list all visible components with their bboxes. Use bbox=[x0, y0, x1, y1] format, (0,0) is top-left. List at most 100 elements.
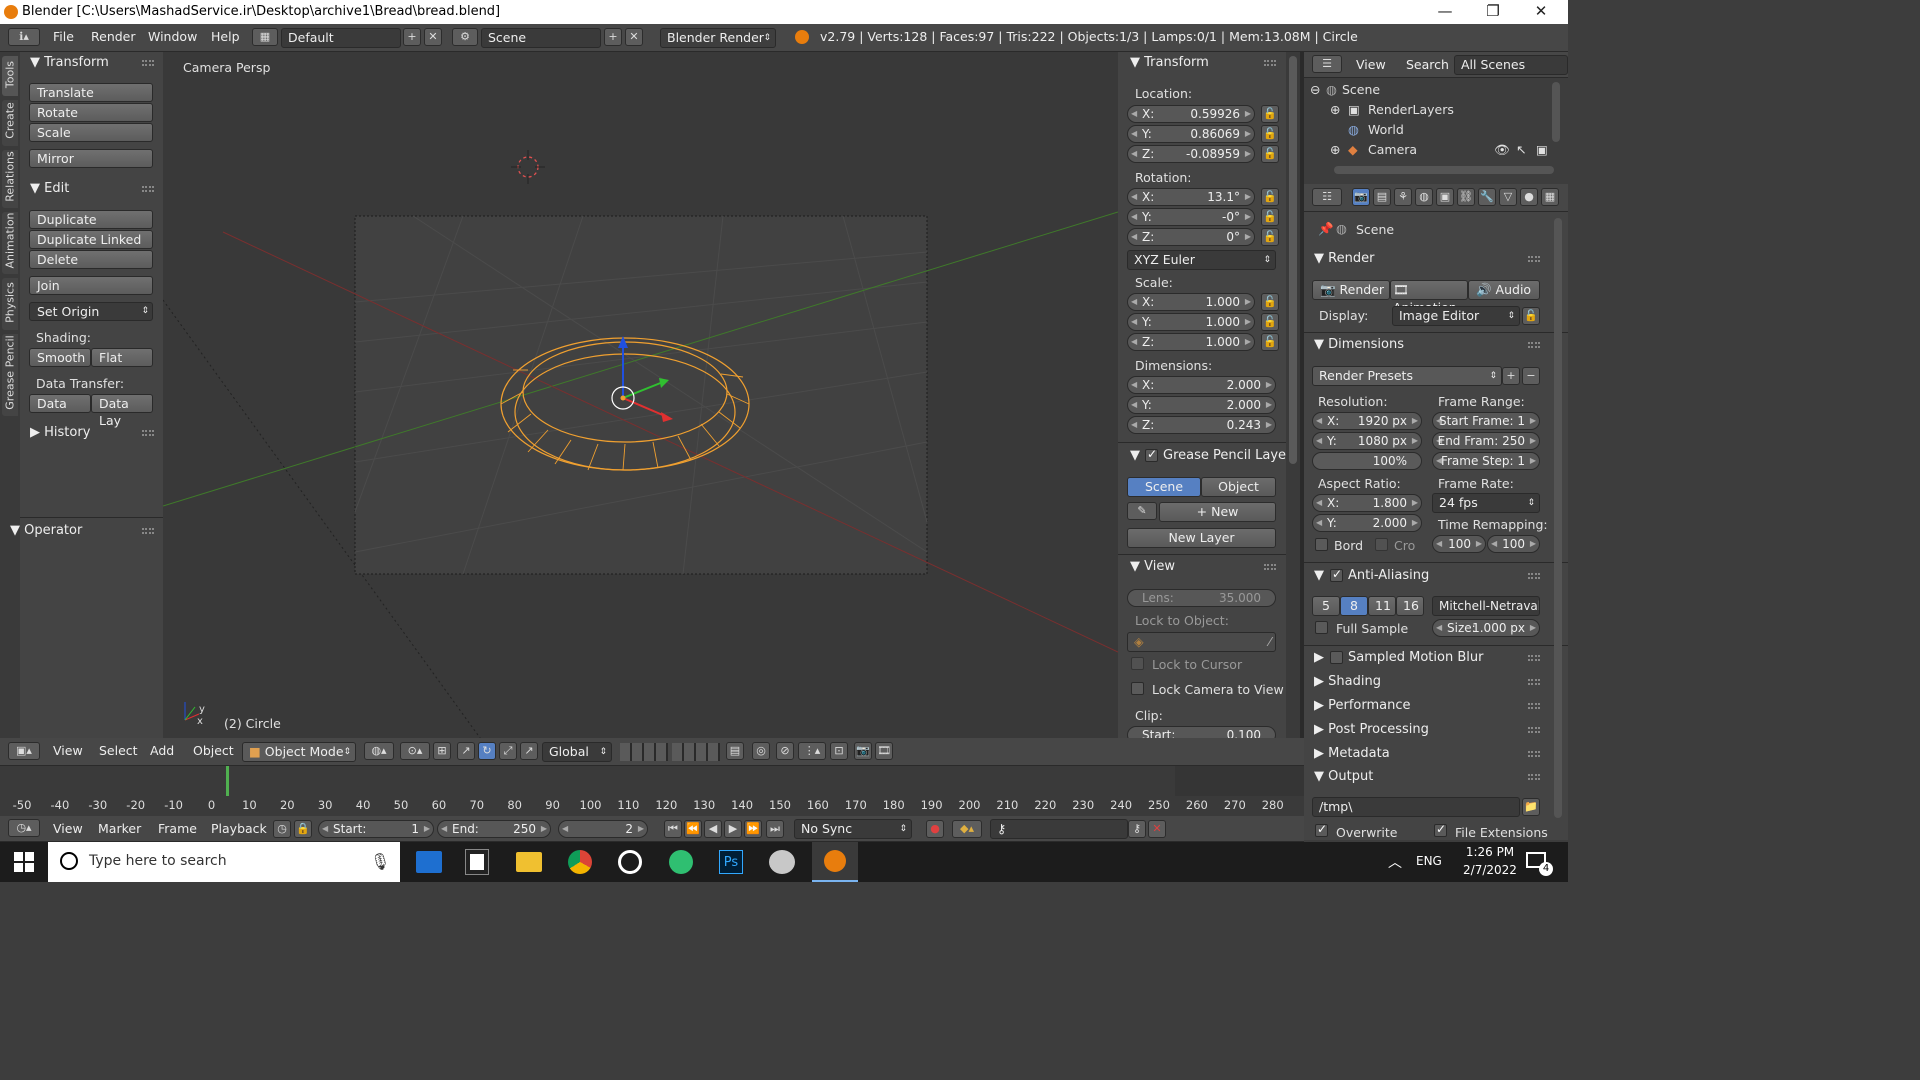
scale-button[interactable]: Scale bbox=[29, 123, 153, 142]
viewport-menu-add[interactable]: Add bbox=[150, 738, 174, 764]
increment-arrow-icon[interactable]: ▶ bbox=[1412, 495, 1418, 511]
translate-manipulator-icon[interactable]: ↗ bbox=[457, 742, 475, 760]
lock-icon[interactable]: 🔓 bbox=[1261, 208, 1279, 226]
increment-arrow-icon[interactable]: ▶ bbox=[1245, 209, 1251, 225]
resolution-percent-field[interactable]: 100% bbox=[1312, 452, 1422, 470]
lock-object-field[interactable]: ◈ ⁄ bbox=[1127, 632, 1276, 652]
rotate-button[interactable]: Rotate bbox=[29, 103, 153, 122]
aa-panel-header[interactable]: ▼ bbox=[1314, 568, 1324, 583]
viewport-shading-icon[interactable]: ◍▴ bbox=[364, 742, 394, 760]
decrement-arrow-icon[interactable]: ◀ bbox=[441, 821, 447, 837]
next-keyframe-icon[interactable]: ⏩ bbox=[744, 820, 762, 838]
outliner-item-renderlayers[interactable]: RenderLayers bbox=[1368, 102, 1454, 117]
gp-layer-header[interactable]: ▼ bbox=[1130, 448, 1140, 463]
tab-grease-pencil[interactable]: Grease Pencil bbox=[2, 334, 18, 416]
render-layers-context-icon[interactable]: ▤ bbox=[1373, 188, 1391, 206]
3d-view-editor-icon[interactable]: ▣▴ bbox=[8, 742, 40, 760]
gp-layer-checkbox[interactable] bbox=[1145, 447, 1158, 462]
display-select[interactable]: Image Editor ⇕ bbox=[1392, 306, 1520, 326]
remove-scene-icon[interactable]: ✕ bbox=[625, 28, 643, 46]
add-scene-icon[interactable]: + bbox=[604, 28, 622, 46]
increment-arrow-icon[interactable]: ▶ bbox=[1476, 536, 1482, 552]
world-context-icon[interactable]: ◍ bbox=[1415, 188, 1433, 206]
increment-arrow-icon[interactable]: ▶ bbox=[638, 821, 644, 837]
decrement-arrow-icon[interactable]: ◀ bbox=[1131, 334, 1137, 350]
menu-window[interactable]: Window bbox=[148, 24, 197, 50]
manipulator-toggle-icon[interactable]: ⊞ bbox=[433, 742, 451, 760]
post-processing-panel-header[interactable]: ▶ Post Processing bbox=[1314, 722, 1429, 737]
tab-relations[interactable]: Relations bbox=[2, 150, 18, 208]
rotation-z-field[interactable]: ◀ Z: 0° ▶ bbox=[1127, 228, 1255, 246]
lock-icon[interactable]: 🔓 bbox=[1261, 293, 1279, 311]
remove-layout-icon[interactable]: ✕ bbox=[424, 28, 442, 46]
shading-panel-header[interactable]: ▶ Shading bbox=[1314, 674, 1381, 689]
flat-button[interactable]: Flat bbox=[91, 348, 153, 367]
screen-layout-icon[interactable]: ▦ bbox=[252, 28, 278, 46]
gp-scene-button[interactable]: Scene bbox=[1127, 477, 1201, 497]
timeline-area[interactable]: -50 -40 -30 -20 -10 0 10 20 30 40 50 60 70 80 90 100 110… bbox=[0, 766, 1304, 816]
dimension-z-field[interactable]: ◀ Z: 0.243 ▶ bbox=[1127, 416, 1276, 434]
jump-start-icon[interactable]: ⏮ bbox=[664, 820, 682, 838]
drag-grip-icon[interactable] bbox=[1264, 564, 1276, 570]
play-reverse-icon[interactable]: ◀ bbox=[704, 820, 722, 838]
increment-arrow-icon[interactable]: ▶ bbox=[541, 821, 547, 837]
scale-z-field[interactable]: ◀ Z: 1.000 ▶ bbox=[1127, 333, 1255, 351]
increment-arrow-icon[interactable]: ▶ bbox=[1412, 515, 1418, 531]
duplicate-button[interactable]: Duplicate bbox=[29, 210, 153, 229]
motion-blur-checkbox[interactable] bbox=[1330, 651, 1343, 664]
lock-icon[interactable]: 🔓 bbox=[1261, 228, 1279, 246]
lock-icon[interactable]: 🔓 bbox=[1261, 125, 1279, 143]
n-transform-header[interactable]: ▼ Transform bbox=[1130, 55, 1209, 70]
outliner-hscrollbar[interactable] bbox=[1334, 166, 1554, 174]
rotation-x-field[interactable]: ◀ X: 13.1° ▶ bbox=[1127, 188, 1255, 206]
decrement-arrow-icon[interactable]: ◀ bbox=[1316, 413, 1322, 429]
aa-checkbox[interactable] bbox=[1330, 567, 1343, 582]
expand-tree-icon[interactable]: ⊕ bbox=[1330, 102, 1340, 117]
scene-icon[interactable]: ⚙ bbox=[452, 28, 478, 46]
increment-arrow-icon[interactable]: ▶ bbox=[1530, 536, 1536, 552]
tab-create[interactable]: Create bbox=[2, 100, 18, 146]
outliner-item-world[interactable]: World bbox=[1368, 122, 1404, 137]
outliner-item-scene[interactable]: Scene bbox=[1342, 82, 1380, 97]
keying-set-icon[interactable]: ◆▴ bbox=[952, 820, 982, 838]
close-button[interactable]: ✕ bbox=[1518, 2, 1564, 20]
start-frame-field[interactable]: ◀ Start Frame: 1 ▶ bbox=[1432, 412, 1540, 430]
layer-lock-icon[interactable]: ▤ bbox=[726, 742, 744, 760]
lock-icon[interactable]: 🔓 bbox=[1261, 313, 1279, 331]
visibility-eye-icon[interactable]: 👁 bbox=[1494, 142, 1510, 158]
gp-new-button[interactable]: + New bbox=[1159, 502, 1276, 522]
audio-button[interactable]: 🔊 Audio bbox=[1468, 280, 1540, 300]
folder-browse-icon[interactable]: 📁 bbox=[1522, 798, 1540, 816]
decrement-arrow-icon[interactable]: ◀ bbox=[1131, 417, 1137, 433]
aspect-y-field[interactable]: ◀ Y: 2.000 ▶ bbox=[1312, 514, 1422, 532]
drag-grip-icon[interactable] bbox=[1528, 256, 1540, 262]
dimensions-panel-header[interactable]: ▼ Dimensions bbox=[1314, 337, 1404, 352]
timeline-menu-view[interactable]: View bbox=[53, 816, 83, 842]
decrement-arrow-icon[interactable]: ◀ bbox=[1316, 515, 1322, 531]
selectable-cursor-icon[interactable]: ↖ bbox=[1516, 142, 1526, 157]
render-engine-select[interactable]: Blender Render ⇕ bbox=[660, 28, 776, 48]
screen-layout-select[interactable]: Default bbox=[281, 28, 401, 48]
aa-filter-select[interactable]: Mitchell-Netravali bbox=[1432, 596, 1540, 616]
chevron-up-icon[interactable]: ︿ bbox=[1388, 852, 1402, 872]
pin-icon[interactable]: 📌 bbox=[1318, 221, 1334, 237]
properties-editor-icon[interactable]: ☷ bbox=[1312, 188, 1342, 206]
minimize-button[interactable]: — bbox=[1422, 2, 1468, 20]
viewport-menu-select[interactable]: Select bbox=[99, 738, 138, 764]
properties-scrollbar[interactable] bbox=[1554, 218, 1562, 818]
n-panel-scrollbar[interactable] bbox=[1286, 52, 1300, 738]
increment-arrow-icon[interactable]: ▶ bbox=[1245, 189, 1251, 205]
layer-buttons-group-2[interactable] bbox=[672, 743, 720, 761]
paint-app-icon[interactable] bbox=[769, 850, 795, 874]
operator-panel-header[interactable]: ▼ Operator bbox=[10, 523, 82, 538]
transform-orientation-select[interactable]: Global ⇕ bbox=[542, 742, 612, 762]
data-lay-button[interactable]: Data Lay bbox=[91, 394, 153, 428]
aa-11-button[interactable]: 11 bbox=[1368, 596, 1396, 616]
scroll-thumb[interactable] bbox=[1289, 56, 1297, 464]
lens-field[interactable]: Lens: 35.000 bbox=[1127, 589, 1276, 607]
lock-icon[interactable]: 🔓 bbox=[1261, 333, 1279, 351]
lock-icon[interactable]: 🔓 bbox=[1261, 145, 1279, 163]
eyedropper-icon[interactable]: ⁄ bbox=[1269, 633, 1271, 651]
material-context-icon[interactable]: ● bbox=[1520, 188, 1538, 206]
join-button[interactable]: Join bbox=[29, 276, 153, 295]
